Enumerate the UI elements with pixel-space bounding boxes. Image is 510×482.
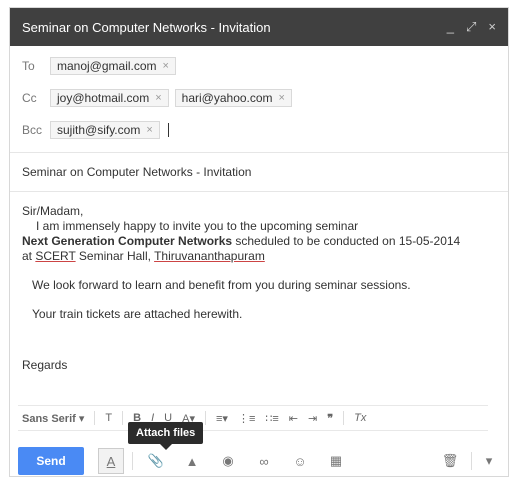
compose-window: Seminar on Computer Networks - Invitatio… [9,7,509,477]
body-line: Next Generation Computer Networks schedu… [22,234,496,249]
insert-invitation-icon[interactable]: ▦ [323,448,349,474]
more-options-icon[interactable]: ▾ [476,448,502,474]
recipient-email: sujith@sify.com [57,123,141,137]
attach-files-tooltip: Attach files [128,422,204,450]
recipient-chip[interactable]: sujith@sify.com × [50,121,160,139]
google-drive-icon[interactable]: ▲ [179,448,205,474]
greeting: Sir/Madam, [22,204,84,218]
to-label: To [22,59,35,73]
discard-draft-icon[interactable]: 🗑 [437,448,463,474]
body-paragraph: We look forward to learn and benefit fro… [32,278,411,292]
subject-field[interactable]: Seminar on Computer Networks - Invitatio… [10,153,508,191]
venue-org: SCERT [35,249,76,263]
at-text: at [22,249,36,263]
cc-row[interactable]: Cc joy@hotmail.com × hari@yahoo.com × [22,82,496,114]
indent-more-icon[interactable]: ⇥ [308,412,317,425]
recipient-email: manoj@gmail.com [57,59,157,73]
body-line: I am immensely happy to invite you to th… [36,219,359,233]
remove-recipient-icon[interactable]: × [146,124,152,136]
body-line: at SCERT Seminar Hall, Thiruvananthapura… [22,249,496,264]
recipient-email: hari@yahoo.com [181,91,273,105]
event-name: Next Generation Computer Networks [22,234,233,248]
font-select[interactable]: Sans Serif ▾ [22,412,84,425]
remove-recipient-icon[interactable]: × [155,92,161,104]
remove-recipient-icon[interactable]: × [279,92,285,104]
cc-label: Cc [22,91,37,105]
toolbar-separator [204,411,206,425]
compose-title: Seminar on Computer Networks - Invitatio… [22,19,271,35]
body-paragraph: Your train tickets are attached herewith… [32,307,243,321]
clear-formatting-icon[interactable]: Tx [354,412,366,424]
message-body[interactable]: Sir/Madam, I am immensely happy to invit… [10,192,508,373]
recipient-chip[interactable]: manoj@gmail.com × [50,57,176,75]
align-button[interactable]: ≡▾ [216,412,228,425]
to-row[interactable]: To manoj@gmail.com × [22,50,496,82]
event-date-text: scheduled to be conducted on 15-05-2014 [232,234,461,248]
indent-less-icon[interactable]: ⇤ [289,412,298,425]
toolbar-separator [343,411,345,425]
formatting-options-icon[interactable]: A [98,448,124,474]
insert-link-icon[interactable]: ∞ [251,448,277,474]
closing: Regards [22,358,68,372]
text-cursor [167,123,169,137]
font-name: Sans Serif [22,412,76,425]
compose-action-bar: Send A 📎 ▲ ◉ ∞ ☺ ▦ 🗑 ▾ [18,446,502,476]
bcc-row[interactable]: Bcc sujith@sify.com × [22,114,496,146]
minimize-icon[interactable]: _ [447,19,454,35]
toolbar-separator [471,452,472,470]
bcc-label: Bcc [22,123,43,137]
dropdown-arrow-icon: ▾ [78,412,85,425]
recipient-chip[interactable]: hari@yahoo.com × [174,89,292,107]
recipient-email: joy@hotmail.com [57,91,150,105]
window-controls: _ ⤢ × [447,19,496,35]
insert-photo-icon[interactable]: ◉ [215,448,241,474]
formatting-toolbar: Sans Serif ▾ T B I U A▾ ≡▾ ⋮≡ ∷≡ ⇤ ⇥ ❞ T… [18,405,488,431]
recipient-chip[interactable]: joy@hotmail.com × [50,89,169,107]
venue-hall: Seminar Hall, [75,249,155,263]
attach-files-icon[interactable]: 📎 [143,448,169,474]
compose-titlebar[interactable]: Seminar on Computer Networks - Invitatio… [10,8,508,46]
dropdown-arrow-icon: ▾ [222,412,228,425]
send-button[interactable]: Send [18,447,84,475]
venue-city: Thiruvananthapuram [154,249,265,263]
font-size-icon[interactable]: T [105,412,112,424]
insert-emoji-icon[interactable]: ☺ [287,448,313,474]
popout-icon[interactable]: ⤢ [466,19,476,35]
close-icon[interactable]: × [488,19,496,35]
toolbar-separator [132,452,133,470]
remove-recipient-icon[interactable]: × [163,60,169,72]
quote-icon[interactable]: ❞ [327,412,333,425]
toolbar-separator [94,411,96,425]
recipients-area: To manoj@gmail.com × Cc joy@hotmail.com … [10,46,508,146]
bulleted-list-icon[interactable]: ∷≡ [265,412,278,425]
toolbar-separator [122,411,124,425]
numbered-list-icon[interactable]: ⋮≡ [238,412,255,425]
